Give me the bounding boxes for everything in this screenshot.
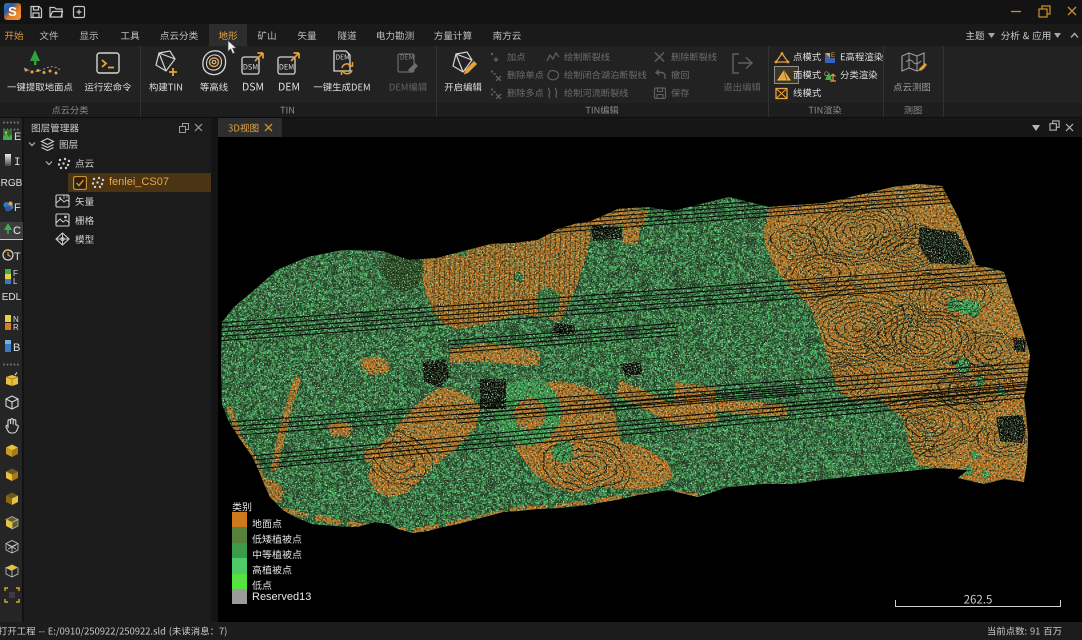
svg-text:B: B [13,342,20,353]
svg-text:C: C [13,225,21,236]
svg-text:R: R [13,323,19,331]
svg-text:I: I [14,157,21,167]
svg-text:C: C [824,72,829,78]
svg-text:T: T [14,251,21,262]
svg-text:L: L [13,277,18,285]
svg-text:F: F [14,202,21,213]
svg-text:E: E [831,53,835,59]
svg-text:E: E [14,131,21,142]
